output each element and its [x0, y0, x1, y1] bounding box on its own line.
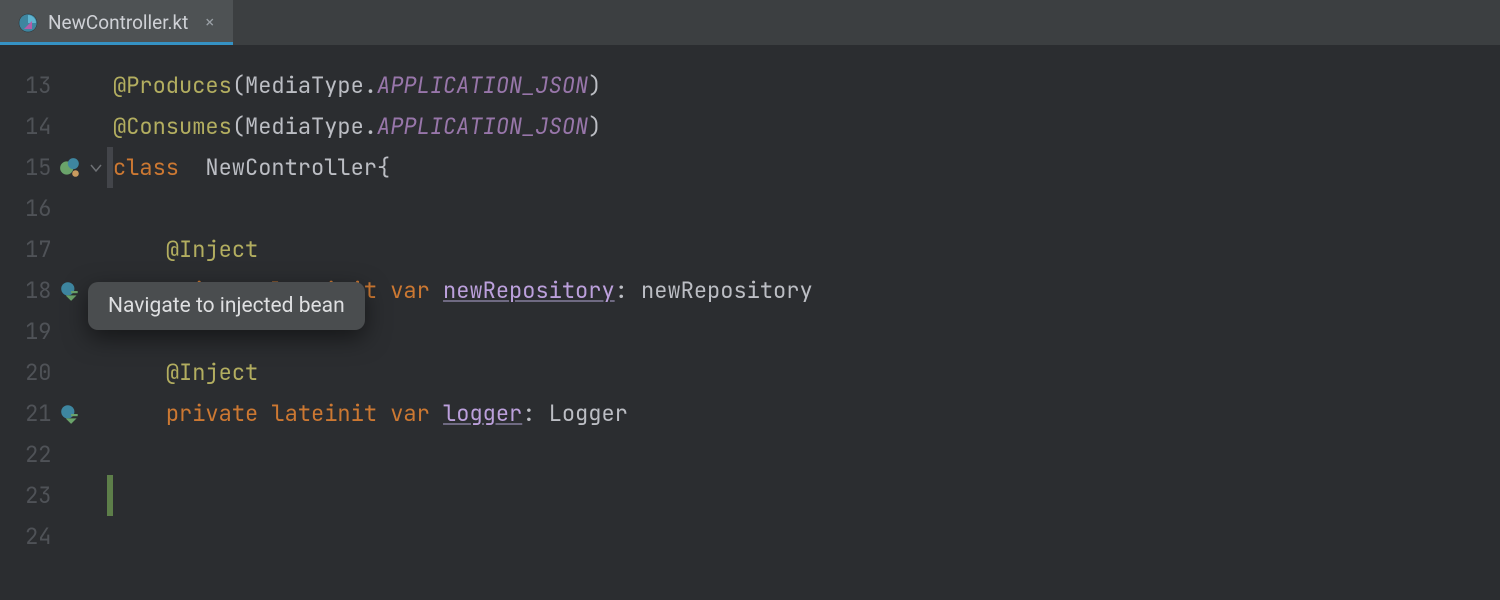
code-line[interactable]: [113, 475, 1500, 516]
gutter-row: 14: [0, 106, 103, 147]
tab-filename: NewController.kt: [48, 11, 188, 34]
code-line[interactable]: [113, 188, 1500, 229]
gutter-row: 17: [0, 229, 103, 270]
code-token-id: ): [588, 112, 601, 141]
code-token-member: logger: [443, 399, 522, 428]
code-token-id: NewController: [192, 153, 377, 182]
code-token-id: [430, 276, 443, 305]
caret-line-highlight: [107, 147, 113, 188]
line-number: 15: [0, 147, 52, 188]
code-token-kw: var: [390, 276, 430, 305]
injected-bean-icon[interactable]: [52, 280, 90, 302]
editor-tabbar: NewController.kt ×: [0, 0, 1500, 45]
gutter-row: 16: [0, 188, 103, 229]
gutter-row: 22: [0, 434, 103, 475]
line-number: 24: [0, 516, 52, 557]
code-token-ann: @Consumes: [113, 112, 232, 141]
code-token-ann: @Inject: [166, 235, 258, 264]
code-token-id: {: [377, 153, 390, 182]
code-token-id: (: [232, 112, 245, 141]
line-number: 22: [0, 434, 52, 475]
gutter-row: 20: [0, 352, 103, 393]
line-number: 17: [0, 229, 52, 270]
gutter-row: 21: [0, 393, 103, 434]
code-token-kw: class: [113, 153, 192, 182]
code-token-id: ): [588, 71, 601, 100]
code-token-id: (: [232, 71, 245, 100]
code-token-const: APPLICATION_JSON: [377, 71, 588, 100]
bean-class-icon[interactable]: [52, 157, 90, 179]
code-line[interactable]: [113, 434, 1500, 475]
code-token-id: : Logger: [522, 399, 628, 428]
code-token-kw: private: [166, 399, 258, 428]
line-number: 13: [0, 65, 52, 106]
kotlin-class-icon: [18, 13, 38, 33]
code-token-id: MediaType: [245, 112, 364, 141]
code-token-member: newRepository: [443, 276, 615, 305]
line-number: 19: [0, 311, 52, 352]
gutter-row: 23: [0, 475, 103, 516]
tooltip-text: Navigate to injected bean: [108, 294, 345, 318]
indent: [113, 399, 166, 428]
code-token-ann: @Inject: [166, 358, 258, 387]
code-token-kw: var: [390, 399, 430, 428]
fold-toggle-icon[interactable]: [89, 162, 103, 174]
gutter-row: 24: [0, 516, 103, 557]
line-number: 18: [0, 270, 52, 311]
code-token-const: APPLICATION_JSON: [377, 112, 588, 141]
injected-bean-icon[interactable]: [52, 403, 90, 425]
line-number: 23: [0, 475, 52, 516]
line-number: 16: [0, 188, 52, 229]
code-line[interactable]: [113, 516, 1500, 557]
code-token-id: [377, 276, 390, 305]
code-line[interactable]: @Consumes(MediaType.APPLICATION_JSON): [113, 106, 1500, 147]
gutter-row: 15: [0, 147, 103, 188]
code-line[interactable]: class NewController{: [113, 147, 1500, 188]
code-token-id: [258, 399, 271, 428]
code-line[interactable]: private lateinit var logger: Logger: [113, 393, 1500, 434]
gutter-tooltip: Navigate to injected bean: [88, 282, 365, 330]
gutter-row: 13: [0, 65, 103, 106]
line-number: 21: [0, 393, 52, 434]
code-token-id: .: [364, 112, 377, 141]
editor-tab[interactable]: NewController.kt ×: [0, 0, 233, 45]
indent: [113, 358, 166, 387]
code-token-ann: @Produces: [113, 71, 232, 100]
vcs-change-marker: [107, 475, 113, 516]
code-line[interactable]: @Produces(MediaType.APPLICATION_JSON): [113, 65, 1500, 106]
code-line[interactable]: @Inject: [113, 352, 1500, 393]
close-icon[interactable]: ×: [204, 11, 215, 34]
indent: [113, 235, 166, 264]
code-token-id: [377, 399, 390, 428]
code-line[interactable]: @Inject: [113, 229, 1500, 270]
line-number: 14: [0, 106, 52, 147]
code-token-id: .: [364, 71, 377, 100]
code-token-id: MediaType: [245, 71, 364, 100]
code-token-id: : newRepository: [615, 276, 813, 305]
code-token-kw: lateinit: [271, 399, 377, 428]
code-token-id: [430, 399, 443, 428]
line-number: 20: [0, 352, 52, 393]
